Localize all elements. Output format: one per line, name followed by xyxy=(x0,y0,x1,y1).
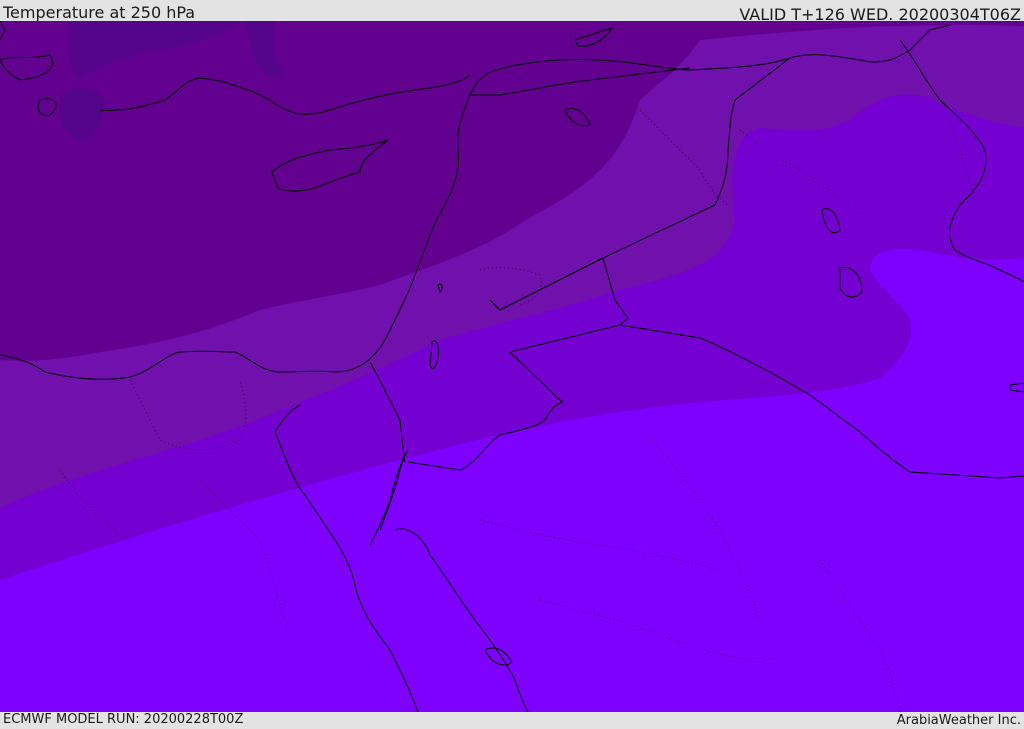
map-footer: ECMWF MODEL RUN: 20200228T00Z ArabiaWeat… xyxy=(0,712,1024,729)
map-header: Temperature at 250 hPa VALID T+126 WED. … xyxy=(0,0,1024,24)
temperature-map xyxy=(0,21,1024,712)
model-run-label: ECMWF MODEL RUN: 20200228T00Z xyxy=(3,712,244,727)
credit-label: ArabiaWeather Inc. xyxy=(896,713,1021,728)
map-title: Temperature at 250 hPa xyxy=(3,3,196,22)
